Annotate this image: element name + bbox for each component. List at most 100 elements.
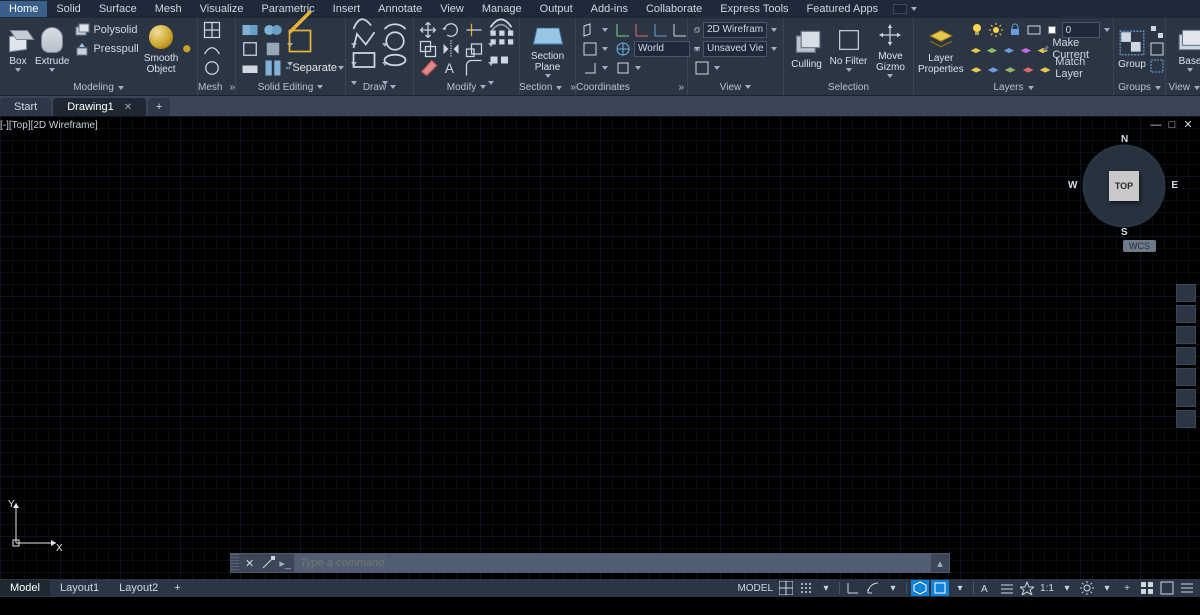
- sb-snap-icon[interactable]: [797, 580, 815, 596]
- mod-move-icon[interactable]: [418, 22, 438, 38]
- panel-title-solid-editing[interactable]: Solid Editing: [236, 79, 345, 95]
- group-button[interactable]: Group: [1118, 20, 1146, 78]
- panel-title-modeling[interactable]: Modeling: [0, 80, 197, 95]
- mesh-icon-3[interactable]: [202, 60, 222, 76]
- panel-title-view[interactable]: View: [688, 79, 783, 95]
- panel-title-base-view[interactable]: View»: [1166, 80, 1200, 95]
- mod-fillet-icon[interactable]: [464, 60, 484, 76]
- se-icon-2[interactable]: [240, 41, 260, 57]
- command-bar-close-icon[interactable]: ✕: [239, 557, 260, 570]
- command-bar-grip[interactable]: [231, 554, 239, 572]
- ucs-icon[interactable]: X Y: [6, 493, 66, 553]
- wcs-tag[interactable]: WCS: [1123, 240, 1156, 252]
- viewport-label[interactable]: [-][Top][2D Wireframe]: [0, 120, 98, 131]
- smooth-options-icon[interactable]: [181, 41, 193, 57]
- sb-plus-icon[interactable]: +: [1118, 580, 1136, 596]
- polysolid-button[interactable]: Polysolid: [72, 21, 140, 39]
- sb-polar-icon[interactable]: [864, 580, 882, 596]
- sb-annoscale-icon[interactable]: A: [978, 580, 996, 596]
- sb-scale[interactable]: 1:1: [1038, 580, 1056, 596]
- layout-tab-layout1[interactable]: Layout1: [50, 580, 109, 596]
- sb-isodraft-icon[interactable]: [911, 580, 929, 596]
- mod-mirror-icon[interactable]: [441, 41, 461, 57]
- command-history-icon[interactable]: ▴: [931, 557, 949, 570]
- world-field[interactable]: [634, 41, 690, 57]
- ucs-icon-row1[interactable]: [580, 21, 702, 39]
- move-gizmo-button[interactable]: Move Gizmo: [872, 20, 909, 78]
- viewcube-w[interactable]: W: [1068, 180, 1077, 191]
- menu-tab-visualize[interactable]: Visualize: [191, 1, 253, 17]
- mod-rotate-icon[interactable]: [441, 22, 461, 38]
- sb-anno-icon[interactable]: [1018, 580, 1036, 596]
- sb-menu-icon[interactable]: [1178, 580, 1196, 596]
- sb-dd-2[interactable]: ▾: [884, 580, 902, 596]
- se-icon-1[interactable]: [240, 22, 260, 38]
- layout-tab-model[interactable]: Model: [0, 580, 50, 596]
- nav-orbit-icon[interactable]: [1176, 347, 1196, 365]
- sb-dd-3[interactable]: ▾: [951, 580, 969, 596]
- ucs-icon-row3[interactable]: [580, 59, 702, 77]
- world-select[interactable]: [580, 40, 702, 58]
- layer-name-field[interactable]: [1062, 22, 1100, 38]
- section-plane-button[interactable]: Section Plane: [524, 20, 571, 78]
- culling-button[interactable]: Culling: [788, 20, 825, 78]
- close-tab-icon[interactable]: ✕: [124, 102, 132, 113]
- mod-scale-icon[interactable]: [464, 41, 484, 57]
- maximize-icon[interactable]: □: [1166, 120, 1178, 132]
- mod-trim-icon[interactable]: [464, 22, 484, 38]
- view-extra[interactable]: [692, 59, 779, 77]
- sb-workspace-icon[interactable]: [1138, 580, 1156, 596]
- mod-text-icon[interactable]: A: [441, 60, 461, 76]
- layer-properties-button[interactable]: Layer Properties: [918, 20, 964, 78]
- menu-tab-solid[interactable]: Solid: [47, 1, 89, 17]
- sb-osnap-icon[interactable]: [931, 580, 949, 596]
- viewcube-s[interactable]: S: [1121, 227, 1128, 238]
- panel-title-mesh[interactable]: Mesh»: [198, 79, 235, 95]
- visual-style-select[interactable]: [692, 21, 779, 39]
- sb-dd-4[interactable]: ▾: [1058, 580, 1076, 596]
- grp-icon-1[interactable]: [1149, 24, 1165, 40]
- panel-title-section[interactable]: Section»: [520, 80, 575, 95]
- extrude-button[interactable]: Extrude: [35, 20, 69, 78]
- sb-grid-icon[interactable]: [777, 580, 795, 596]
- doc-tab-start[interactable]: Start: [0, 98, 51, 116]
- saved-view-select[interactable]: [692, 40, 779, 58]
- nav-extra-2-icon[interactable]: [1176, 410, 1196, 428]
- se-icon-4[interactable]: [263, 22, 283, 38]
- separate-button[interactable]: Separate: [286, 60, 344, 76]
- layout-tab-add[interactable]: +: [168, 580, 186, 596]
- mesh-icon-2[interactable]: [202, 41, 222, 57]
- sb-ortho-icon[interactable]: [844, 580, 862, 596]
- menu-tab-featured-apps[interactable]: Featured Apps: [798, 1, 888, 17]
- menu-tab-surface[interactable]: Surface: [90, 1, 146, 17]
- mod-copy-icon[interactable]: [418, 41, 438, 57]
- viewcube-n[interactable]: N: [1121, 134, 1128, 145]
- sb-model[interactable]: MODEL: [735, 580, 775, 596]
- menu-tab-mesh[interactable]: Mesh: [146, 1, 191, 17]
- menu-tab-output[interactable]: Output: [531, 1, 582, 17]
- menu-tab-addins[interactable]: Add-ins: [582, 1, 637, 17]
- doc-tab-drawing1[interactable]: Drawing1 ✕: [53, 98, 146, 116]
- nav-pan-icon[interactable]: [1176, 305, 1196, 323]
- sb-dd-1[interactable]: ▾: [817, 580, 835, 596]
- menu-tab-collaborate[interactable]: Collaborate: [637, 1, 711, 17]
- panel-title-layers[interactable]: Layers: [914, 80, 1113, 95]
- panel-title-coordinates[interactable]: Coordinates»: [576, 79, 687, 95]
- viewcube-e[interactable]: E: [1171, 180, 1178, 191]
- doc-tab-new[interactable]: +: [148, 98, 170, 116]
- saved-view-field[interactable]: [703, 41, 767, 57]
- menu-tab-view[interactable]: View: [431, 1, 473, 17]
- panel-title-modify[interactable]: Modify: [414, 79, 519, 95]
- viewcube-face-top[interactable]: TOP: [1109, 171, 1139, 201]
- close-icon[interactable]: ✕: [1182, 120, 1194, 132]
- command-input[interactable]: [294, 554, 931, 572]
- grp-icon-2[interactable]: [1149, 41, 1165, 57]
- mesh-icon-1[interactable]: [202, 22, 222, 38]
- ribbon-display-options[interactable]: [893, 4, 917, 14]
- layout-tab-layout2[interactable]: Layout2: [109, 580, 168, 596]
- se-icon-3[interactable]: [240, 60, 260, 76]
- nav-showmotion-icon[interactable]: [1176, 368, 1196, 386]
- viewcube[interactable]: TOP N S E W: [1076, 138, 1172, 234]
- nav-zoom-icon[interactable]: [1176, 326, 1196, 344]
- no-filter-button[interactable]: No Filter: [828, 20, 869, 78]
